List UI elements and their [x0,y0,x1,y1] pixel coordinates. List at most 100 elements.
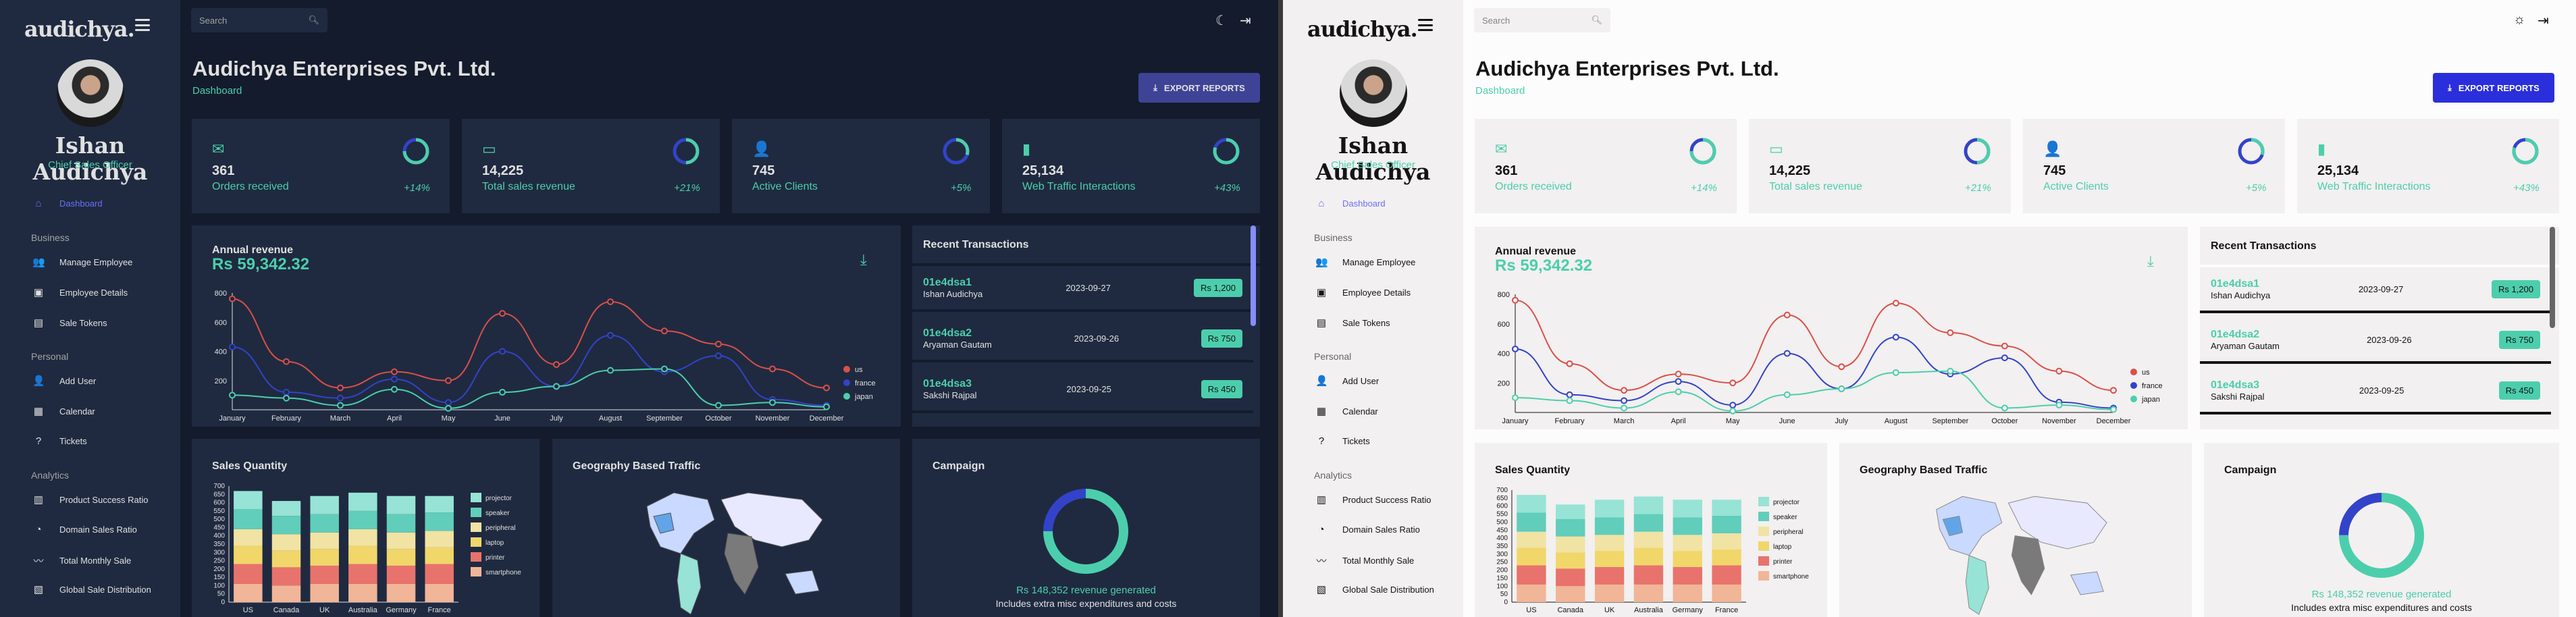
transaction-row[interactable]: 01e4dsa1 Ishan Audichya 2023-09-27 Rs 1,2… [912,266,1253,312]
transaction-row[interactable]: 01e4dsa3 Sakshi Rajpal 2023-09-25 Rs 450 [912,367,1253,413]
y-tick-label: 400 [215,348,227,356]
sidebar-item-sale-tokens[interactable]: ▤ Sale Tokens [1315,317,1390,329]
transaction-row[interactable]: 01e4dsa1 Ishan Audichya 2023-09-27 Rs 1,2… [2200,267,2551,313]
sidebar-item-dashboard[interactable]: ⌂ Dashboard [1315,198,1385,209]
sidebar-item-manage-employee[interactable]: 👥 Manage Employee [1315,256,1415,268]
data-point [1621,404,1628,412]
logout-icon[interactable]: ⇥ [2538,12,2549,29]
export-reports-button[interactable]: ⤓ EXPORT REPORTS [2433,73,2554,103]
x-tick-label: June [494,414,510,423]
search-input[interactable]: Search 🔍︎ [1474,8,1610,32]
transaction-row[interactable]: 01e4dsa3 Sakshi Rajpal 2023-09-25 Rs 450 [2200,369,2551,414]
breadcrumb[interactable]: Dashboard [192,85,242,97]
y-tick-label: 100 [213,582,225,589]
data-point [1729,379,1737,387]
bar-segment-smartphone [386,583,416,602]
bar-segment-printer [1673,566,1702,585]
sidebar-item-product-success-ratio[interactable]: ▥ Product Success Ratio [32,493,149,506]
sidebar-item-sale-tokens[interactable]: ▤ Sale Tokens [32,317,107,329]
download-icon[interactable]: ⤓ [860,251,867,269]
x-tick-label: France [428,606,451,614]
bar-segment-peripheral [234,529,263,546]
scrollbar[interactable] [2550,227,2555,328]
transaction-row[interactable]: 01e4dsa2 Aryaman Gautam 2023-09-26 Rs 750 [912,317,1253,363]
x-tick-label: France [1715,606,1738,614]
sidebar-item-total-monthly-sale[interactable]: 〰 Total Monthly Sale [32,554,131,568]
x-tick-label: March [1614,417,1635,425]
sidebar-item-tickets[interactable]: ? Tickets [1315,435,1370,447]
y-tick-label: 250 [213,558,225,565]
bar-chart-icon: ▥ [1316,494,1327,506]
sidebar-item-manage-employee[interactable]: 👥 Manage Employee [32,256,132,268]
download-icon[interactable]: ⤓ [2147,252,2154,270]
transaction-row[interactable]: 01e4dsa2 Aryaman Gautam 2023-09-26 Rs 750 [2200,318,2551,364]
brand-logo[interactable]: audichya. [1307,16,1418,42]
y-tick-label: 200 [213,566,225,573]
series-line-france [1515,336,2114,409]
bar-segment-printer [1633,565,1664,585]
avatar [1340,59,1407,127]
bar-segment-laptop [348,545,377,564]
search-icon[interactable]: 🔍︎ [1591,15,1602,26]
sidebar-item-domain-sales-ratio[interactable]: ◔ Domain Sales Ratio [32,524,136,535]
map-icon: ▧ [1316,584,1327,595]
stat-card-orders: ✉ 361 Orders received +14% [192,119,450,213]
data-point [1783,391,1791,398]
breadcrumb[interactable]: Dashboard [1475,85,1525,97]
x-tick-label: August [1885,417,1908,425]
data-point [661,365,668,373]
sidebar-item-add-user[interactable]: 👤 Add User [32,375,96,387]
menu-toggle-icon[interactable] [1418,19,1433,31]
sidebar-item-calendar[interactable]: ▦ Calendar [32,405,95,417]
stat-card-web-traffic: ▮ 25,134 Web Traffic Interactions +43% [1002,119,1260,213]
legend-label: laptop [1773,543,1792,551]
legend-label: japan [854,393,873,401]
bar-segment-peripheral [1556,536,1585,553]
section-personal: Personal [1314,351,1352,362]
stat-card-sales-revenue: ▭ 14,225 Total sales revenue +21% [1749,119,2011,213]
bar-segment-printer [348,564,377,584]
sidebar-item-total-monthly-sale[interactable]: 〰 Total Monthly Sale [1315,554,1414,568]
export-reports-button[interactable]: ⤓ EXPORT REPORTS [1138,73,1260,103]
sidebar-item-tickets[interactable]: ? Tickets [32,435,87,447]
data-point [445,399,452,406]
dark-mode-icon[interactable]: ☾ [1215,12,1228,29]
search-icon[interactable]: 🔍︎ [308,15,319,26]
y-tick-label: 550 [213,508,225,515]
search-input[interactable]: Search 🔍︎ [191,8,327,32]
y-tick-label: 700 [1496,487,1508,494]
data-point [823,403,830,410]
data-point [337,384,344,392]
sidebar-item-product-success-ratio[interactable]: ▥ Product Success Ratio [1315,493,1431,506]
sidebar-item-domain-sales-ratio[interactable]: ◔ Domain Sales Ratio [1315,524,1419,535]
sidebar-item-global-sale-distribution[interactable]: ▧ Global Sale Distribution [1315,583,1434,595]
x-tick-label: UK [319,606,330,614]
legend-label: peripheral [485,525,515,532]
y-tick-label: 350 [1496,543,1508,550]
sidebar-item-dashboard[interactable]: ⌂ Dashboard [32,198,102,209]
sidebar-item-calendar[interactable]: ▦ Calendar [1315,405,1378,417]
calendar-icon: ▦ [1316,406,1327,417]
sidebar-item-add-user[interactable]: 👤 Add User [1315,375,1379,387]
sales-quantity-bar-chart: 050 100150200250 300350400 450500550600 6507… [213,483,521,614]
sidebar-item-global-sale-distribution[interactable]: ▧ Global Sale Distribution [32,583,151,595]
y-tick-label: 650 [1496,495,1508,502]
bar-segment-projector [310,495,339,514]
data-point [229,392,236,399]
x-tick-label: September [1932,417,1968,425]
menu-toggle-icon[interactable] [135,19,150,31]
brand-logo[interactable]: audichya. [24,16,135,42]
point-of-sale-icon: ▭ [482,140,496,157]
sidebar-item-employee-details[interactable]: ▣ Employee Details [1315,286,1411,298]
scrollbar[interactable] [1251,225,1256,326]
person-icon: 👤 [32,375,45,387]
light-mode-icon[interactable]: ☼ [2513,12,2525,28]
sidebar-item-employee-details[interactable]: ▣ Employee Details [32,286,128,298]
bar-segment-laptop [1517,547,1546,566]
y-tick-label: 100 [1496,583,1508,590]
bar-segment-peripheral [271,534,301,551]
data-point [283,358,290,365]
y-tick-label: 400 [213,533,225,540]
legend-marker [471,537,481,547]
logout-icon[interactable]: ⇥ [1240,12,1251,29]
